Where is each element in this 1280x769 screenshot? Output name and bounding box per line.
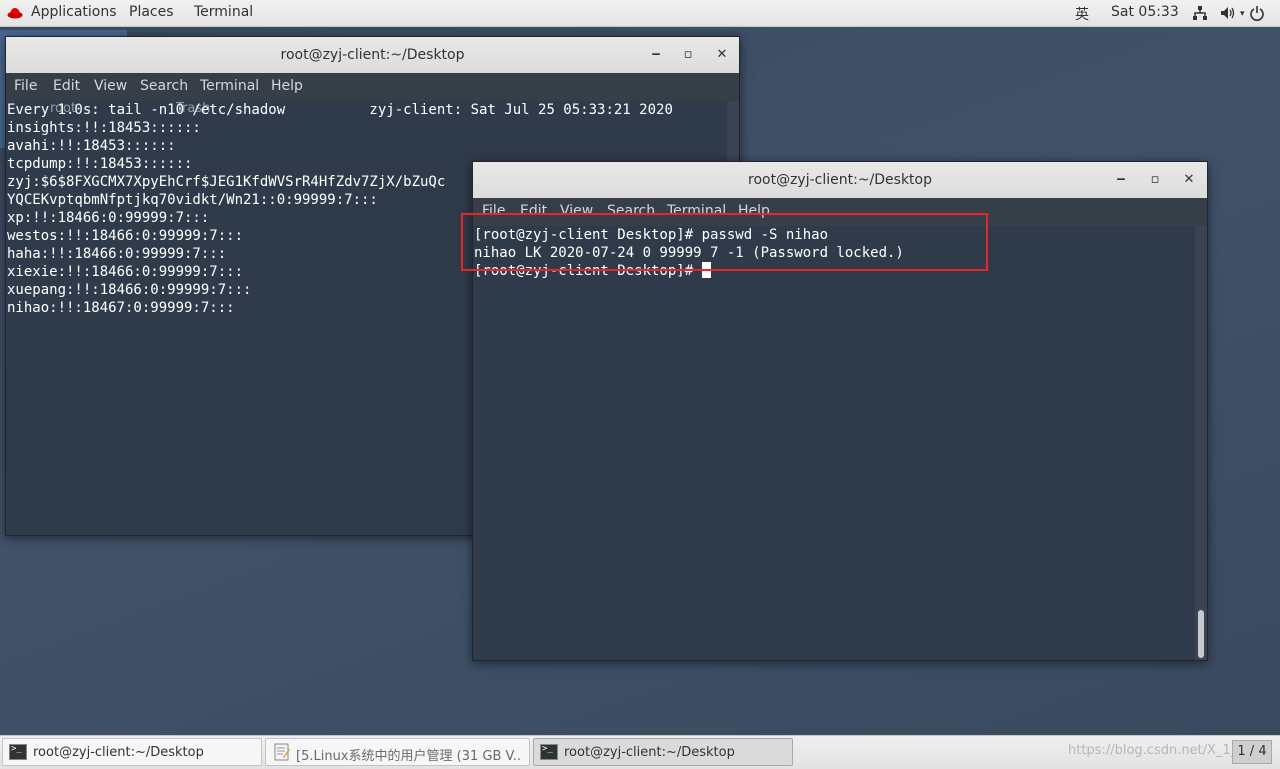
network-icon[interactable]: [1192, 5, 1208, 21]
menubar: File Edit View Search Terminal Help: [6, 73, 739, 101]
places-menu[interactable]: Places: [129, 4, 174, 20]
task-label: [5.Linux系统中的用户管理 (31 GB V...: [296, 749, 522, 764]
task-label: root@zyj-client:~/Desktop: [33, 745, 204, 760]
menu-file[interactable]: File: [14, 78, 37, 94]
window-title: root@zyj-client:~/Desktop: [280, 47, 465, 63]
terminal-line: insights:!!:18453::::::: [7, 120, 201, 136]
menu-terminal[interactable]: Terminal: [200, 78, 259, 94]
power-icon[interactable]: [1249, 5, 1265, 21]
document-editor-icon: [274, 743, 290, 761]
red-highlight-box: [461, 213, 988, 271]
task-label: root@zyj-client:~/Desktop: [564, 745, 735, 760]
terminal-line: Every 1.0s: tail -n10 /etc/shadow zyj-cl…: [7, 102, 673, 118]
menu-search[interactable]: Search: [140, 78, 188, 94]
maximize-button[interactable]: ▫: [1146, 171, 1164, 189]
terminal-output[interactable]: [root@zyj-client Desktop]# passwd -S nih…: [473, 226, 1195, 660]
terminal-icon: [540, 744, 558, 760]
titlebar[interactable]: root@zyj-client:~/Desktop ‒ ▫ ✕: [473, 162, 1207, 199]
volume-icon[interactable]: [1220, 5, 1236, 21]
task-document[interactable]: [5.Linux系统中的用户管理 (31 GB V...: [265, 738, 530, 766]
task-terminal-1[interactable]: root@zyj-client:~/Desktop: [2, 738, 262, 766]
menu-view[interactable]: View: [94, 78, 127, 94]
applications-menu[interactable]: Applications: [31, 4, 117, 20]
top-panel: Applications Places Terminal 英 Sat 05:33…: [0, 0, 1280, 27]
maximize-button[interactable]: ▫: [679, 46, 697, 64]
redhat-icon: [7, 8, 23, 19]
menu-edit[interactable]: Edit: [53, 78, 80, 94]
terminal-line: avahi:!!:18453::::::: [7, 138, 176, 154]
terminal-app-menu[interactable]: Terminal: [194, 4, 253, 20]
terminal-icon: [9, 744, 27, 760]
minimize-button[interactable]: ‒: [1112, 171, 1130, 189]
workspace-switcher[interactable]: 1 / 4: [1232, 740, 1272, 764]
scroll-thumb[interactable]: [1198, 610, 1204, 658]
close-button[interactable]: ✕: [713, 46, 731, 64]
desktop-icon-label-root[interactable]: root: [50, 101, 76, 116]
task-terminal-2[interactable]: root@zyj-client:~/Desktop: [533, 738, 793, 766]
input-method-indicator[interactable]: 英: [1075, 4, 1089, 24]
clock[interactable]: Sat 05:33: [1111, 4, 1179, 20]
scrollbar[interactable]: [1195, 226, 1207, 660]
watermark: https://blog.csdn.net/X_1_4: [1068, 743, 1246, 758]
close-button[interactable]: ✕: [1180, 171, 1198, 189]
taskbar: root@zyj-client:~/Desktop [5.Linux系统中的用户…: [0, 735, 1280, 769]
titlebar[interactable]: root@zyj-client:~/Desktop ‒ ▫ ✕: [6, 37, 739, 74]
minimize-button[interactable]: ‒: [647, 46, 665, 64]
menu-help[interactable]: Help: [271, 78, 303, 94]
desktop-icon-label-trash[interactable]: Trash: [176, 101, 210, 116]
window-title: root@zyj-client:~/Desktop: [748, 172, 932, 188]
